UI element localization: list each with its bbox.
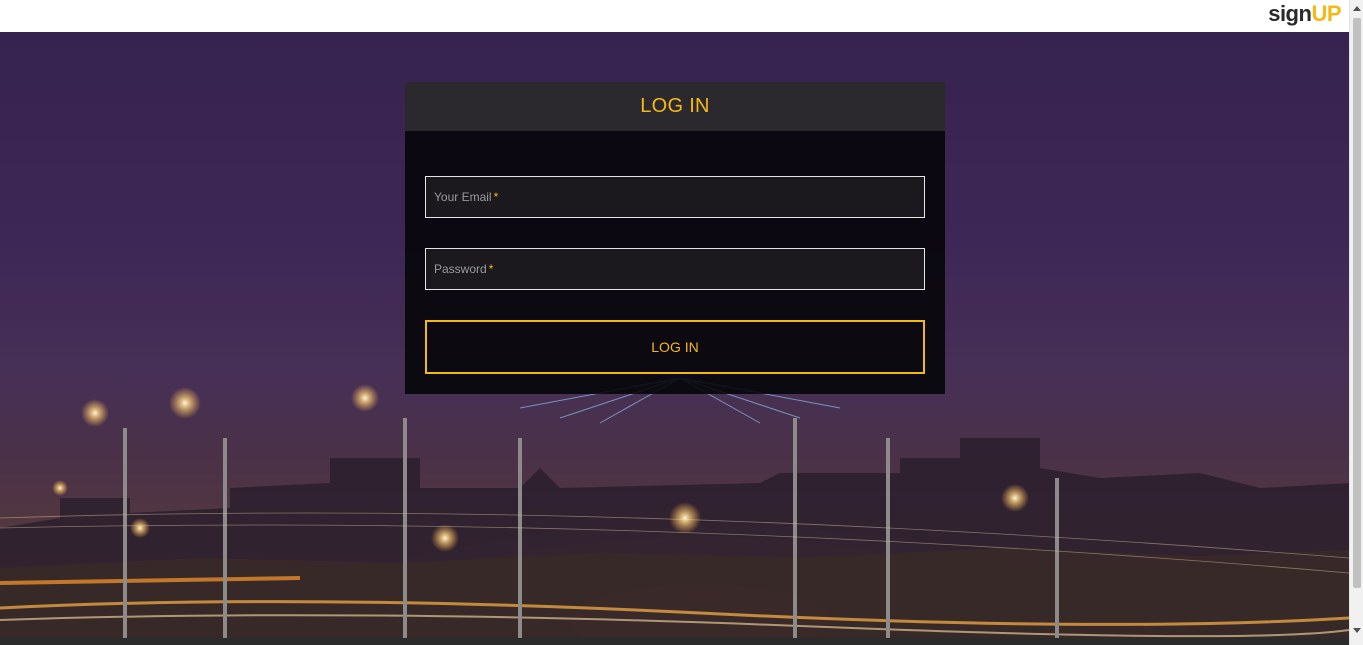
email-placeholder: Your Email <box>434 190 492 204</box>
password-placeholder: Password <box>434 262 487 276</box>
city-night-skyline <box>0 378 1349 638</box>
password-field[interactable]: Password * <box>425 248 925 290</box>
login-submit-button[interactable]: LOG IN <box>425 320 925 374</box>
logo-text-main: sign <box>1268 1 1312 26</box>
login-title: LOG IN <box>640 95 710 117</box>
page-scrollbar[interactable] <box>1349 0 1363 645</box>
email-required-marker: * <box>493 190 499 204</box>
signup-logo[interactable]: sign UP <box>1268 1 1341 27</box>
scroll-down-arrow-icon[interactable] <box>1353 628 1361 633</box>
password-required-marker: * <box>488 262 494 276</box>
email-field[interactable]: Your Email * <box>425 176 925 218</box>
top-bar: sign UP <box>0 0 1349 32</box>
logo-text-accent: UP <box>1311 1 1341 26</box>
scroll-up-arrow-icon[interactable] <box>1353 6 1361 11</box>
login-panel: LOG IN Your Email * Password * LOG IN <box>405 82 945 394</box>
bottom-strip <box>0 638 1349 645</box>
login-header: LOG IN <box>405 82 945 131</box>
scrollbar-thumb[interactable] <box>1353 18 1361 588</box>
